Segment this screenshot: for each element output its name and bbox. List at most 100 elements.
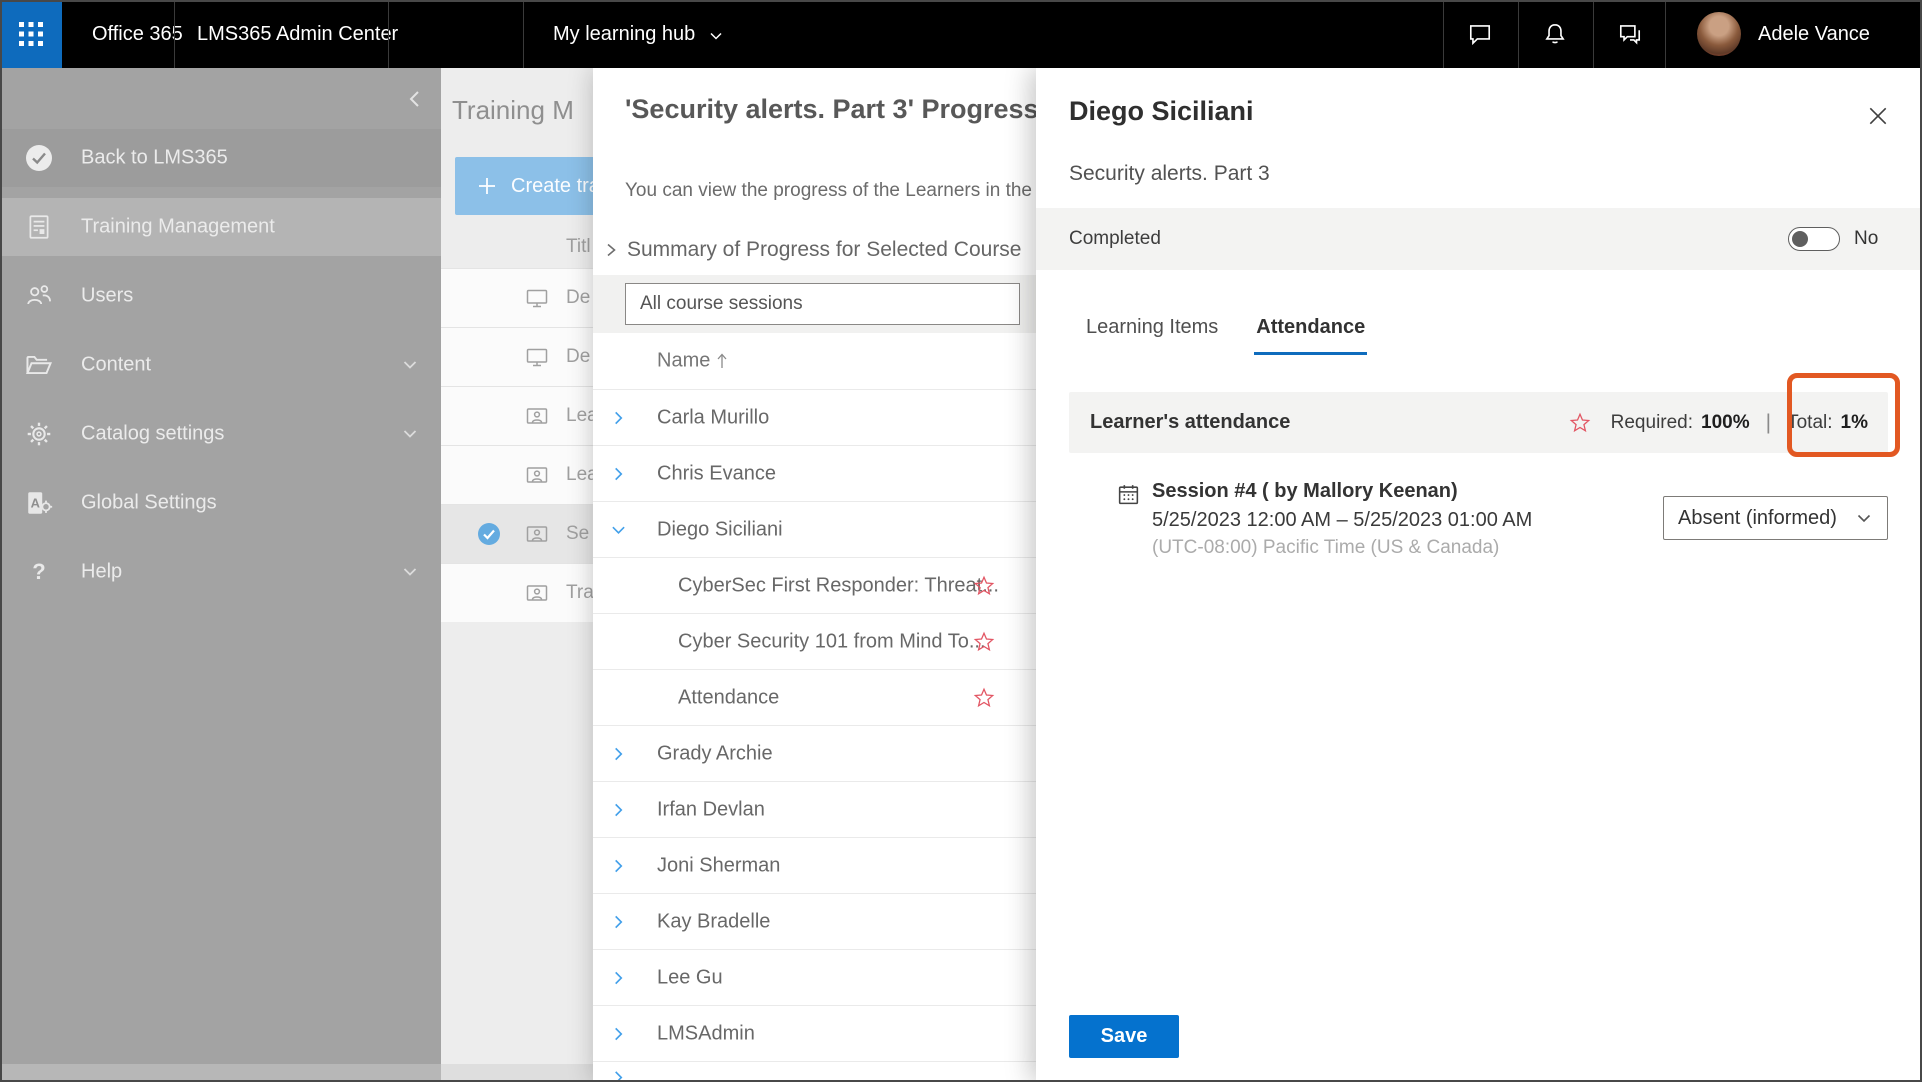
sidebar-collapse-icon[interactable] bbox=[400, 84, 430, 114]
learner-attendance-header: Learner's attendance Required: 100% | To… bbox=[1069, 392, 1888, 453]
learner-row-diego-siciliani[interactable]: Diego Siciliani bbox=[593, 502, 1036, 558]
name-column-header[interactable]: Name bbox=[657, 350, 710, 373]
title-column-header[interactable]: Titl bbox=[566, 236, 591, 258]
elearning-screen-icon bbox=[525, 345, 549, 369]
training-title: Lea bbox=[566, 405, 593, 427]
chevron-right-icon[interactable] bbox=[611, 1070, 626, 1082]
chevron-down-icon[interactable] bbox=[401, 425, 419, 443]
sidebar-item-users[interactable]: Users bbox=[0, 267, 441, 325]
learner-row-chris-evance[interactable]: Chris Evance bbox=[593, 446, 1036, 502]
required-value: 100% bbox=[1701, 412, 1750, 434]
check-circle-icon bbox=[24, 143, 54, 173]
chevron-down-icon[interactable] bbox=[401, 356, 419, 374]
training-row[interactable]: De bbox=[441, 268, 593, 327]
tab-learning-items[interactable]: Learning Items bbox=[1084, 308, 1220, 355]
active-tab-underline bbox=[1254, 352, 1367, 355]
sidebar-item-label: Help bbox=[81, 561, 122, 584]
learner-row-lmsadmin[interactable]: LMSAdmin bbox=[593, 1006, 1036, 1062]
stats-divider: | bbox=[1766, 411, 1771, 435]
training-row[interactable]: De bbox=[441, 327, 593, 386]
learner-row-joni-sherman[interactable]: Joni Sherman bbox=[593, 838, 1036, 894]
save-label: Save bbox=[1101, 1025, 1148, 1048]
users-icon bbox=[24, 281, 54, 311]
app-launcher-button[interactable] bbox=[0, 0, 62, 68]
session-time-range: 5/25/2023 12:00 AM – 5/25/2023 01:00 AM bbox=[1152, 509, 1532, 532]
panel-subtitle: Security alerts. Part 3 bbox=[1069, 162, 1270, 186]
admin-center-link[interactable]: LMS365 Admin Center bbox=[197, 0, 398, 68]
training-row-selected[interactable]: Se bbox=[441, 504, 593, 563]
chevron-right-icon[interactable] bbox=[611, 1026, 626, 1041]
sidebar-item-content[interactable]: Content bbox=[0, 336, 441, 394]
sidebar-item-global-settings[interactable]: A Global Settings bbox=[0, 474, 441, 532]
training-row[interactable]: Tra bbox=[441, 563, 593, 622]
completed-label: Completed bbox=[1069, 228, 1161, 250]
chevron-right-icon[interactable] bbox=[611, 802, 626, 817]
learner-name: Chris Evance bbox=[657, 462, 776, 485]
toggle-knob bbox=[1792, 231, 1808, 247]
create-training-button[interactable]: Create tra bbox=[455, 157, 593, 215]
learner-row-grady-archie[interactable]: Grady Archie bbox=[593, 726, 1036, 782]
training-row[interactable]: Lea bbox=[441, 445, 593, 504]
total-value: 1% bbox=[1841, 412, 1868, 434]
chevron-down-icon[interactable] bbox=[401, 563, 419, 581]
learner-details-panel: Diego Siciliani Security alerts. Part 3 … bbox=[1036, 68, 1922, 1082]
attendance-stats: Required: 100% | Total: 1% bbox=[1569, 411, 1888, 435]
training-title: De bbox=[566, 346, 590, 368]
sidebar-item-back-to-lms365[interactable]: Back to LMS365 bbox=[0, 129, 441, 187]
learning-item-row-attendance[interactable]: Attendance bbox=[593, 670, 1036, 726]
user-avatar[interactable] bbox=[1697, 12, 1741, 56]
learner-name: Grady Archie bbox=[657, 742, 773, 765]
instructor-led-icon bbox=[525, 522, 549, 546]
learner-row-irfan-devlan[interactable]: Irfan Devlan bbox=[593, 782, 1036, 838]
training-row[interactable]: Lea bbox=[441, 386, 593, 445]
learner-name: Kay Bradelle bbox=[657, 910, 770, 933]
page-title: Training M bbox=[452, 95, 574, 126]
sort-ascending-icon[interactable] bbox=[715, 352, 729, 370]
chevron-right-icon[interactable] bbox=[603, 242, 619, 258]
chevron-right-icon[interactable] bbox=[611, 410, 626, 425]
attendance-status-dropdown[interactable]: Absent (informed) bbox=[1663, 496, 1888, 540]
table-header-row: Name bbox=[593, 333, 1036, 390]
folder-icon bbox=[24, 350, 54, 380]
feedback-icon[interactable] bbox=[1606, 10, 1654, 58]
instructor-led-icon bbox=[525, 463, 549, 487]
user-name[interactable]: Adele Vance bbox=[1758, 0, 1870, 68]
summary-expander[interactable]: Summary of Progress for Selected Course bbox=[593, 233, 1022, 267]
topbar-separator bbox=[174, 0, 175, 68]
learner-row-lee-gu[interactable]: Lee Gu bbox=[593, 950, 1036, 1006]
sidebar-item-catalog-settings[interactable]: Catalog settings bbox=[0, 405, 441, 463]
save-button[interactable]: Save bbox=[1069, 1015, 1179, 1058]
learner-row-partial[interactable] bbox=[593, 1062, 1036, 1082]
help-question-icon: ? bbox=[24, 557, 54, 587]
sidebar-item-label: Catalog settings bbox=[81, 423, 224, 446]
close-icon[interactable] bbox=[1860, 98, 1896, 134]
course-sessions-dropdown[interactable]: All course sessions bbox=[625, 283, 1020, 325]
notifications-bell-icon[interactable] bbox=[1531, 10, 1579, 58]
chevron-right-icon[interactable] bbox=[611, 746, 626, 761]
sidebar-item-help[interactable]: ? Help bbox=[0, 543, 441, 601]
learning-item-row[interactable]: CyberSec First Responder: Threat... bbox=[593, 558, 1036, 614]
learner-row-kay-bradelle[interactable]: Kay Bradelle bbox=[593, 894, 1036, 950]
sidebar-item-training-management[interactable]: Training Management bbox=[0, 198, 441, 256]
completed-toggle[interactable] bbox=[1788, 227, 1840, 251]
chevron-right-icon[interactable] bbox=[611, 466, 626, 481]
chevron-down-icon[interactable] bbox=[611, 522, 626, 537]
learning-item-row[interactable]: Cyber Security 101 from Mind To... bbox=[593, 614, 1036, 670]
chat-icon[interactable] bbox=[1456, 10, 1504, 58]
instructor-led-icon bbox=[525, 581, 549, 605]
chevron-down-icon[interactable] bbox=[708, 28, 724, 44]
chevron-right-icon[interactable] bbox=[611, 858, 626, 873]
calendar-icon bbox=[1116, 482, 1141, 507]
training-title: Lea bbox=[566, 464, 593, 486]
training-management-icon bbox=[24, 212, 54, 242]
required-label: Required: bbox=[1611, 412, 1693, 434]
chevron-right-icon[interactable] bbox=[611, 970, 626, 985]
star-icon bbox=[973, 575, 995, 597]
learner-row-carla-murillo[interactable]: Carla Murillo bbox=[593, 390, 1036, 446]
hub-menu[interactable]: My learning hub bbox=[553, 0, 695, 68]
dialog-title: 'Security alerts. Part 3' Progress bbox=[625, 94, 1036, 125]
topbar-separator bbox=[388, 0, 389, 68]
create-training-label: Create tra bbox=[511, 175, 593, 198]
chevron-right-icon[interactable] bbox=[611, 914, 626, 929]
tab-attendance[interactable]: Attendance bbox=[1254, 308, 1367, 355]
